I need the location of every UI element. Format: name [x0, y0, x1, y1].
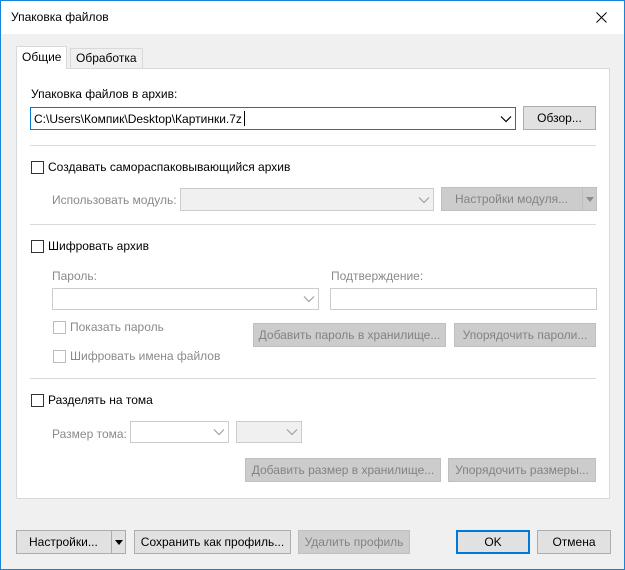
- module-label: Использовать модуль:: [52, 193, 177, 207]
- cancel-button-label: Отмена: [552, 535, 596, 549]
- title-bar[interactable]: Упаковка файлов: [1, 1, 624, 34]
- text-cursor: [244, 111, 245, 126]
- password-label: Пароль:: [52, 269, 97, 283]
- add-password-label: Добавить пароль в хранилище...: [258, 328, 441, 342]
- tab-general[interactable]: Общие: [16, 46, 68, 69]
- encrypt-names-label[interactable]: Шифровать имена файлов: [70, 349, 220, 363]
- close-icon: [595, 11, 607, 23]
- separator: [30, 224, 596, 225]
- save-profile-label: Сохранить как профиль...: [140, 535, 285, 549]
- split-checkbox-label[interactable]: Разделять на тома: [48, 393, 153, 407]
- dialog-window: Упаковка файлов Общие Обработка Упаковка…: [0, 0, 625, 570]
- encrypt-names-checkbox[interactable]: [53, 350, 66, 363]
- module-settings-dropdown[interactable]: [582, 188, 596, 210]
- volume-size-combo[interactable]: [130, 421, 229, 443]
- save-profile-button[interactable]: Сохранить как профиль...: [134, 530, 291, 554]
- settings-dropdown[interactable]: [111, 531, 125, 553]
- show-password-checkbox[interactable]: [53, 321, 66, 334]
- settings-button[interactable]: Настройки...: [16, 530, 126, 554]
- add-size-button[interactable]: Добавить размер в хранилище...: [245, 458, 441, 482]
- module-settings-label: Настройки модуля...: [455, 192, 569, 206]
- organize-sizes-button[interactable]: Упорядочить размеры...: [448, 458, 596, 482]
- organize-passwords-button[interactable]: Упорядочить пароли...: [454, 323, 596, 347]
- separator: [30, 145, 596, 146]
- module-settings-button[interactable]: Настройки модуля...: [441, 187, 597, 211]
- encrypt-checkbox-label[interactable]: Шифровать архив: [48, 239, 149, 253]
- close-button[interactable]: [578, 1, 624, 33]
- chevron-down-icon[interactable]: [500, 115, 512, 123]
- triangle-down-icon: [585, 196, 594, 202]
- browse-button[interactable]: Обзор...: [523, 106, 596, 130]
- delete-profile-label: Удалить профиль: [304, 535, 404, 549]
- confirm-label: Подтверждение:: [331, 269, 424, 283]
- window-title: Упаковка файлов: [11, 10, 109, 24]
- settings-button-label: Настройки...: [29, 535, 98, 549]
- add-password-button[interactable]: Добавить пароль в хранилище...: [253, 323, 446, 347]
- tab-processing-label: Обработка: [76, 51, 137, 65]
- organize-passwords-label: Упорядочить пароли...: [462, 328, 588, 342]
- archive-path-combo[interactable]: C:\Users\Компик\Desktop\Картинки.7z: [30, 107, 516, 130]
- cancel-button[interactable]: Отмена: [537, 530, 611, 554]
- add-size-label: Добавить размер в хранилище...: [251, 463, 435, 477]
- browse-button-label: Обзор...: [537, 111, 582, 125]
- module-select[interactable]: [180, 188, 434, 211]
- sfx-checkbox-label[interactable]: Создавать самораспаковывающийся архив: [48, 160, 290, 174]
- chevron-down-icon: [303, 296, 315, 303]
- archive-path-value: C:\Users\Компик\Desktop\Картинки.7z: [34, 112, 242, 126]
- show-password-label[interactable]: Показать пароль: [70, 320, 164, 334]
- tab-general-label: Общие: [22, 50, 62, 64]
- sfx-checkbox[interactable]: [31, 161, 44, 174]
- triangle-down-icon: [114, 539, 123, 545]
- chevron-down-icon: [418, 196, 430, 203]
- volume-size-label: Размер тома:: [52, 427, 127, 441]
- ok-button-label: OK: [484, 535, 502, 549]
- volume-unit-select[interactable]: [236, 421, 302, 443]
- split-checkbox[interactable]: [31, 394, 44, 407]
- organize-sizes-label: Упорядочить размеры...: [455, 463, 589, 477]
- tab-processing[interactable]: Обработка: [70, 48, 143, 68]
- separator: [30, 378, 596, 379]
- encrypt-checkbox[interactable]: [31, 240, 44, 253]
- chevron-down-icon: [286, 429, 298, 436]
- confirm-password-input[interactable]: [330, 288, 597, 310]
- archive-label: Упаковка файлов в архив:: [31, 87, 178, 101]
- delete-profile-button[interactable]: Удалить профиль: [298, 530, 410, 554]
- password-combo[interactable]: [52, 288, 319, 310]
- ok-button[interactable]: OK: [456, 530, 530, 554]
- chevron-down-icon: [213, 429, 225, 436]
